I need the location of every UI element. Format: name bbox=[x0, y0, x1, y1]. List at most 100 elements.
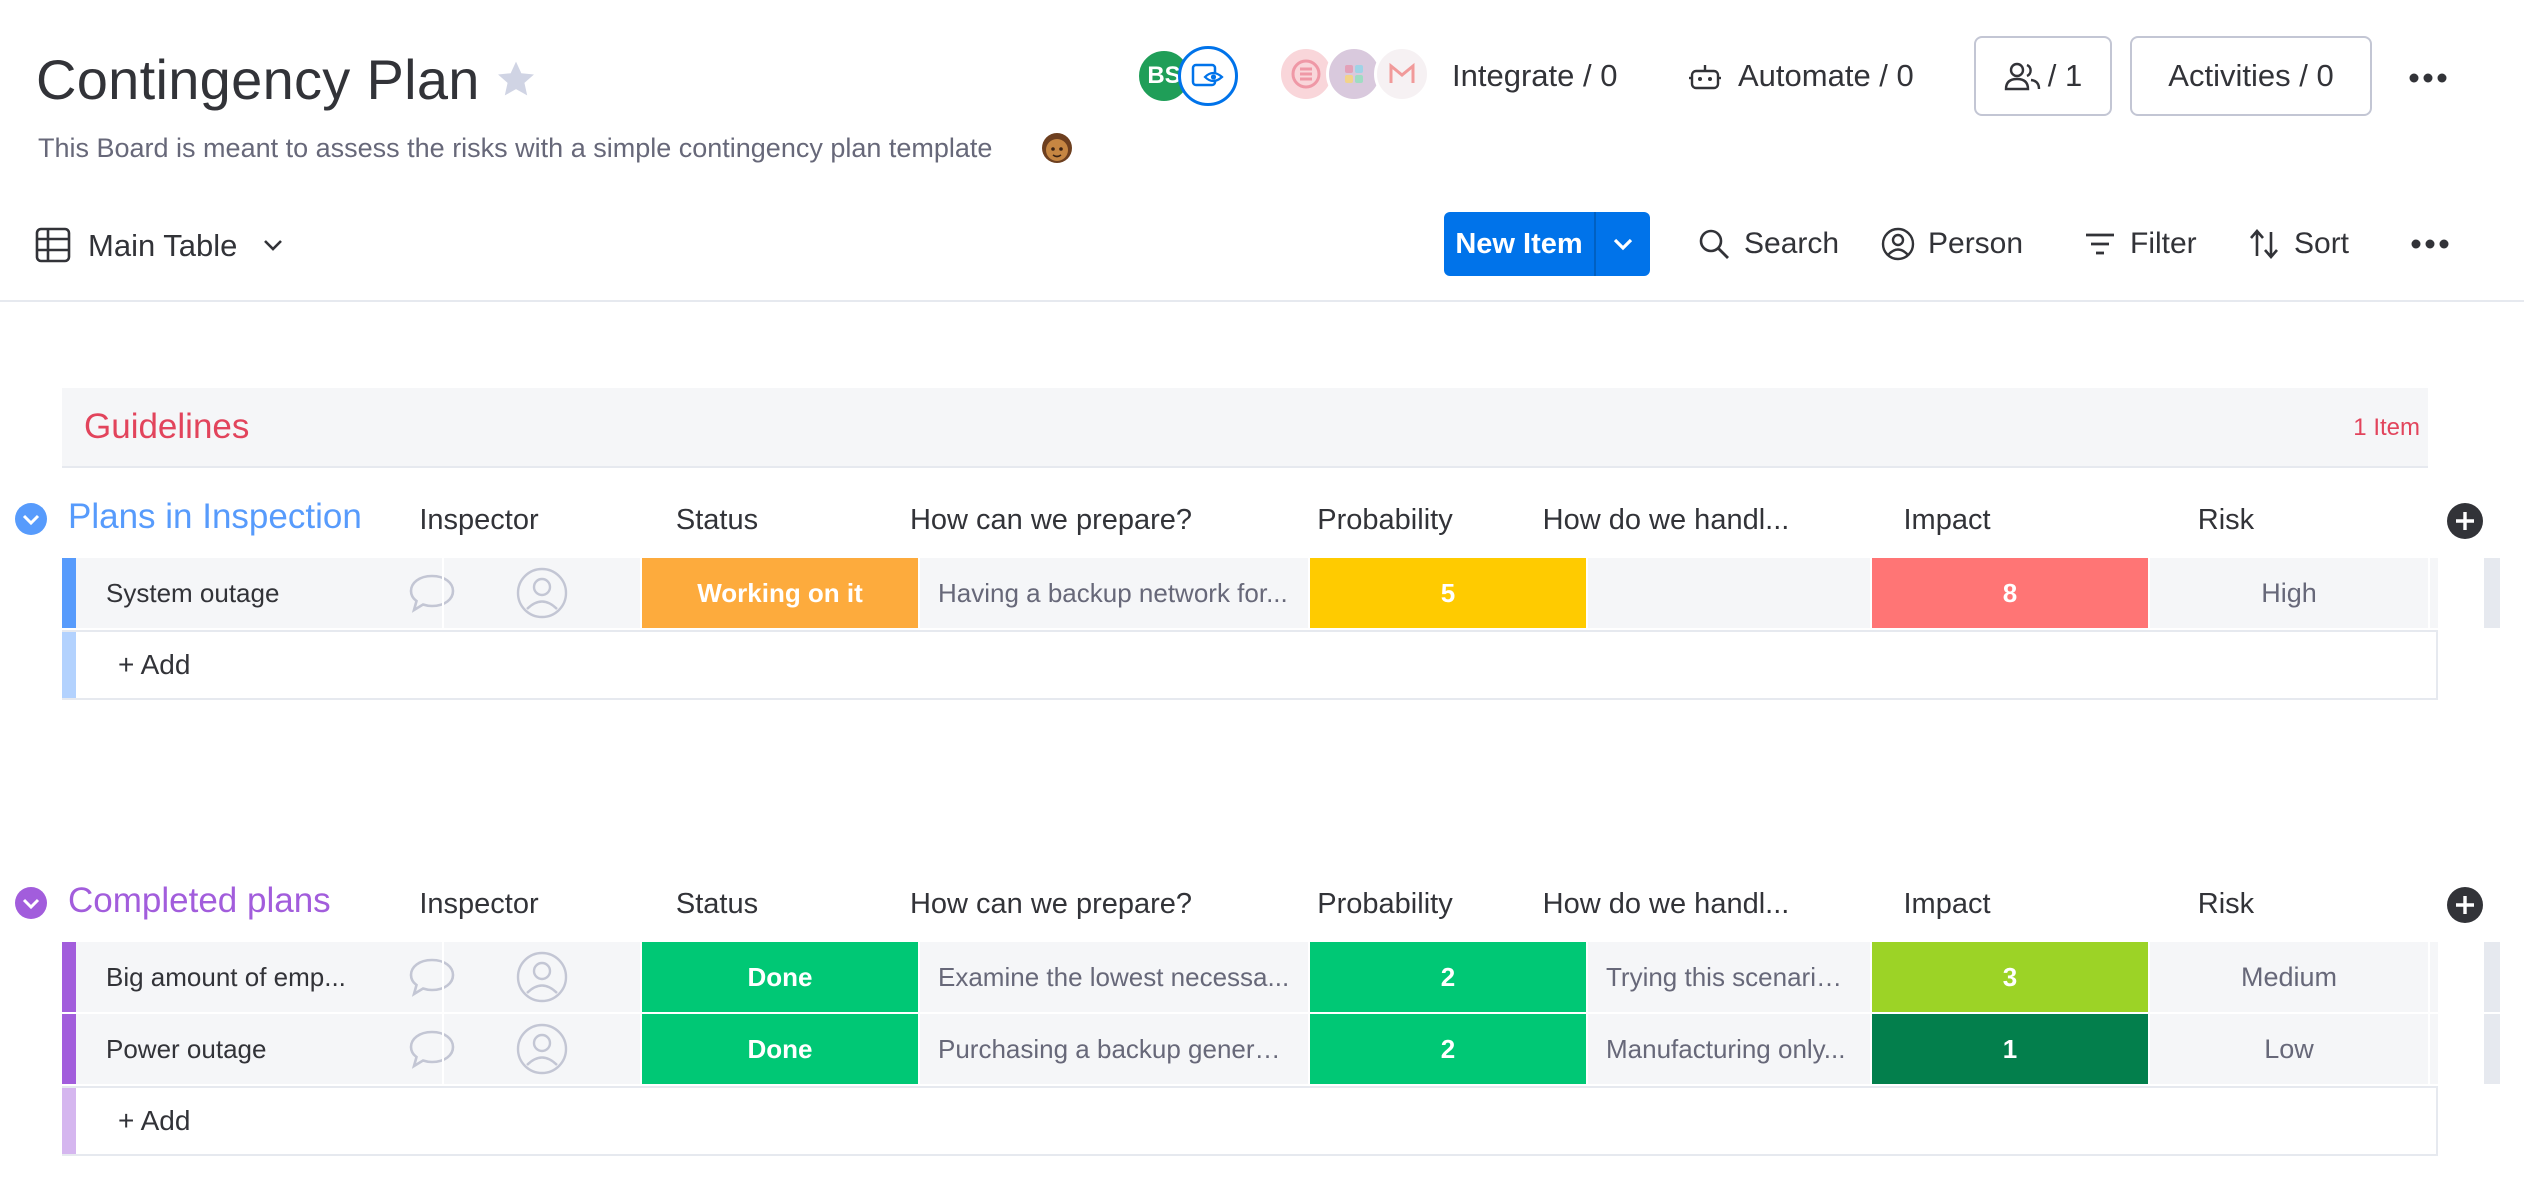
group-color-bar bbox=[62, 558, 76, 628]
slack-icon bbox=[1345, 65, 1363, 83]
chevron-down-icon bbox=[1613, 238, 1633, 251]
group-title[interactable]: Completed plans bbox=[68, 878, 331, 924]
star-icon[interactable] bbox=[494, 58, 538, 102]
person-icon bbox=[2004, 62, 2040, 91]
column-header-prepare[interactable]: How can we prepare? bbox=[856, 500, 1246, 540]
column-header-inspector[interactable]: Inspector bbox=[380, 884, 578, 924]
handle-cell[interactable]: Trying this scenario... bbox=[1586, 942, 1870, 1012]
add-column-icon[interactable] bbox=[2446, 502, 2484, 540]
add-item-row[interactable]: + Add bbox=[62, 1086, 2438, 1156]
group-title[interactable]: Guidelines bbox=[84, 404, 249, 450]
prepare-cell[interactable]: Purchasing a backup generat... bbox=[918, 1014, 1308, 1084]
column-header-risk[interactable]: Risk bbox=[2086, 500, 2366, 540]
empty-cell bbox=[2428, 942, 2484, 1012]
robot-icon bbox=[1689, 65, 1721, 90]
sort-icon bbox=[2250, 229, 2278, 259]
column-header-status[interactable]: Status bbox=[578, 884, 856, 924]
column-header-impact[interactable]: Impact bbox=[1808, 500, 2086, 540]
column-header-impact[interactable]: Impact bbox=[1808, 884, 2086, 924]
group-color-bar bbox=[62, 632, 76, 698]
handle-cell[interactable]: Manufacturing only... bbox=[1586, 1014, 1870, 1084]
handle-cell[interactable] bbox=[1586, 558, 1870, 628]
add-item-row[interactable]: + Add bbox=[62, 630, 2438, 700]
inspector-cell[interactable] bbox=[442, 558, 640, 628]
column-header-prepare[interactable]: How can we prepare? bbox=[856, 884, 1246, 924]
eye-icon bbox=[1191, 63, 1224, 87]
impact-cell[interactable]: 3 bbox=[1870, 942, 2148, 1012]
activities-button[interactable]: Activities / 0 bbox=[2130, 36, 2372, 116]
filter-label: Filter bbox=[2130, 227, 2197, 260]
table-icon bbox=[35, 227, 71, 263]
item-name[interactable]: Power outage bbox=[106, 1014, 356, 1084]
table-row[interactable]: System outage Working on it Having a bac… bbox=[62, 558, 2500, 628]
table-row[interactable]: Power outage Done Purchasing a backup ge… bbox=[62, 1014, 2500, 1084]
new-item-button[interactable]: New Item bbox=[1444, 212, 1596, 276]
impact-cell[interactable]: 8 bbox=[1870, 558, 2148, 628]
more-icon[interactable] bbox=[2406, 68, 2450, 88]
board-title[interactable]: Contingency Plan bbox=[36, 44, 480, 116]
row-end bbox=[2484, 1014, 2500, 1084]
gmail-icon bbox=[1389, 62, 1415, 83]
search-label: Search bbox=[1744, 227, 1840, 260]
integration-icon bbox=[1291, 59, 1321, 89]
filter-button[interactable]: Filter bbox=[2082, 224, 2197, 264]
sort-label: Sort bbox=[2294, 227, 2350, 260]
add-item-button[interactable]: + Add bbox=[118, 632, 190, 698]
add-item-button[interactable]: + Add bbox=[118, 1088, 190, 1154]
probability-cell[interactable]: 5 bbox=[1308, 558, 1586, 628]
probability-cell[interactable]: 2 bbox=[1308, 942, 1586, 1012]
risk-cell[interactable]: Low bbox=[2148, 1014, 2428, 1084]
view-selector[interactable]: Main Table bbox=[88, 226, 237, 266]
group-color-bar bbox=[62, 942, 76, 1012]
column-header-status[interactable]: Status bbox=[578, 500, 856, 540]
person-icon bbox=[516, 567, 568, 619]
column-header-risk[interactable]: Risk bbox=[2086, 884, 2366, 924]
status-cell[interactable]: Done bbox=[640, 942, 918, 1012]
probability-cell[interactable]: 2 bbox=[1308, 1014, 1586, 1084]
chevron-down-icon[interactable] bbox=[262, 236, 284, 254]
column-header-handle[interactable]: How do we handl... bbox=[1524, 500, 1808, 540]
more-icon[interactable] bbox=[2408, 234, 2452, 254]
inspector-cell[interactable] bbox=[442, 942, 640, 1012]
status-cell[interactable]: Done bbox=[640, 1014, 918, 1084]
prepare-cell[interactable]: Examine the lowest necessa... bbox=[918, 942, 1308, 1012]
inspector-cell[interactable] bbox=[442, 1014, 640, 1084]
filter-icon bbox=[2086, 233, 2114, 255]
group-collapse-toggle[interactable] bbox=[14, 886, 48, 920]
item-count-badge: 1 Item bbox=[2353, 414, 2420, 441]
members-button[interactable]: / 1 bbox=[1974, 36, 2112, 116]
toolbar-divider bbox=[0, 300, 2524, 302]
status-cell[interactable]: Working on it bbox=[640, 558, 918, 628]
item-name[interactable]: System outage bbox=[106, 558, 356, 628]
add-column-icon[interactable] bbox=[2446, 886, 2484, 924]
prepare-cell[interactable]: Having a backup network for... bbox=[918, 558, 1308, 628]
empty-cell bbox=[2428, 558, 2484, 628]
person-icon bbox=[516, 951, 568, 1003]
column-header-probability[interactable]: Probability bbox=[1246, 884, 1524, 924]
integration-logo-3[interactable] bbox=[1374, 46, 1430, 102]
risk-cell[interactable]: High bbox=[2148, 558, 2428, 628]
impact-cell[interactable]: 1 bbox=[1870, 1014, 2148, 1084]
integrate-button[interactable]: Integrate / 0 bbox=[1452, 56, 1617, 96]
group-color-bar bbox=[62, 1014, 76, 1084]
new-item-dropdown[interactable] bbox=[1596, 212, 1650, 276]
column-header-handle[interactable]: How do we handl... bbox=[1524, 884, 1808, 924]
risk-cell[interactable]: Medium bbox=[2148, 942, 2428, 1012]
members-count: / 1 bbox=[2047, 58, 2083, 93]
group-collapse-toggle[interactable] bbox=[14, 502, 48, 536]
search-icon bbox=[1699, 229, 1729, 259]
group-title[interactable]: Plans in Inspection bbox=[68, 494, 362, 540]
column-header-probability[interactable]: Probability bbox=[1246, 500, 1524, 540]
empty-cell bbox=[2428, 1014, 2484, 1084]
automate-button[interactable]: Automate / 0 bbox=[1738, 56, 1914, 96]
column-header-inspector[interactable]: Inspector bbox=[380, 500, 578, 540]
watch-board-avatar[interactable] bbox=[1178, 46, 1238, 106]
table-row[interactable]: Big amount of emp... Done Examine the lo… bbox=[62, 942, 2500, 1012]
row-end bbox=[2484, 942, 2500, 1012]
item-name[interactable]: Big amount of emp... bbox=[106, 942, 356, 1012]
person-label: Person bbox=[1928, 227, 2024, 260]
person-filter-button[interactable]: Person bbox=[1880, 224, 2023, 264]
sort-button[interactable]: Sort bbox=[2246, 224, 2349, 264]
guidelines-group-header[interactable] bbox=[62, 388, 2428, 468]
search-button[interactable]: Search bbox=[1696, 224, 1839, 264]
